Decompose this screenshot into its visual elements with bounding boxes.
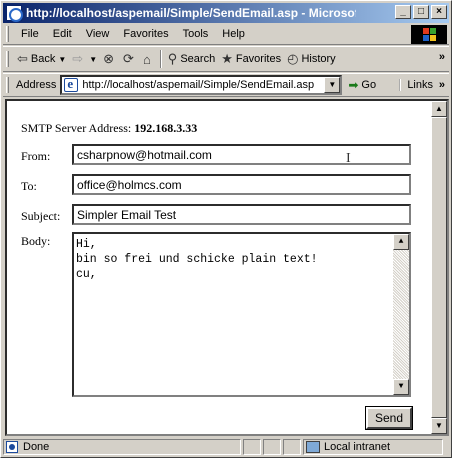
favorites-label: Favorites: [235, 53, 282, 65]
send-button[interactable]: Send: [365, 406, 413, 430]
back-button[interactable]: ⇦ Back ▼: [14, 48, 69, 70]
body-label: Body:: [21, 234, 51, 248]
smtp-server-line: SMTP Server Address: 192.168.3.33: [21, 121, 197, 136]
window-controls: _ □ ×: [395, 5, 447, 19]
address-dropdown-icon[interactable]: ▼: [324, 77, 341, 93]
search-label: Search: [180, 53, 216, 65]
scroll-up-icon[interactable]: ▲: [431, 101, 447, 117]
zone-text: Local intranet: [324, 441, 391, 453]
zone-panel: Local intranet: [303, 439, 443, 455]
refresh-icon: ⟳: [123, 51, 134, 66]
body-scrollbar[interactable]: ▲ ▼: [393, 234, 409, 395]
scroll-down-icon[interactable]: ▼: [393, 379, 409, 395]
page-scrollbar[interactable]: ▲ ▼: [431, 101, 447, 434]
from-field[interactable]: csharpnow@hotmail.com: [72, 144, 411, 165]
forward-arrow-icon: ⇨: [72, 51, 84, 66]
status-text: Done: [23, 441, 50, 453]
back-label: Back: [30, 53, 56, 65]
body-line: bin so frei und schicke plain text!: [76, 253, 318, 266]
menu-help[interactable]: Help: [215, 28, 252, 40]
stop-icon: ⊗: [103, 51, 115, 66]
subject-label: Subject:: [21, 209, 61, 223]
title-bar[interactable]: http://localhost/aspemail/Simple/SendEma…: [3, 3, 449, 23]
to-label: To:: [21, 179, 37, 193]
intranet-icon: [306, 441, 320, 453]
forward-dropdown-icon[interactable]: ▼: [89, 55, 97, 64]
history-button[interactable]: ◴ History: [284, 48, 339, 70]
toolbar-grip[interactable]: [6, 51, 9, 67]
search-icon: ⚲: [167, 51, 178, 66]
address-input[interactable]: http://localhost/aspemail/Simple/SendEma…: [60, 75, 343, 95]
menu-bar: File Edit View Favorites Tools Help: [3, 24, 449, 45]
window-title: http://localhost/aspemail/Simple/SendEma…: [26, 6, 356, 20]
favorites-icon: ★: [221, 51, 233, 66]
ie-page-icon: [64, 76, 79, 92]
smtp-label: SMTP Server Address:: [21, 121, 132, 135]
status-panel: [243, 439, 261, 455]
stop-button[interactable]: ⊗: [100, 48, 120, 70]
toolbar-separator: [159, 50, 162, 68]
subject-field[interactable]: Simpler Email Test: [72, 204, 411, 225]
menu-tools[interactable]: Tools: [176, 28, 216, 40]
close-button[interactable]: ×: [431, 5, 447, 19]
page-content: SMTP Server Address: 192.168.3.33 From: …: [5, 99, 449, 436]
favorites-button[interactable]: ★ Favorites: [218, 48, 284, 70]
address-label: Address: [16, 79, 57, 91]
toolbar-overflow-icon[interactable]: »: [439, 51, 445, 63]
menu-grip[interactable]: [6, 26, 9, 42]
go-button[interactable]: ➡ Go: [348, 78, 376, 92]
history-label: History: [301, 53, 336, 65]
status-panel: [263, 439, 281, 455]
maximize-button[interactable]: □: [413, 5, 429, 19]
forward-button[interactable]: ⇨ ▼: [69, 48, 100, 70]
status-bar: Done Local intranet: [3, 438, 449, 456]
back-arrow-icon: ⇦: [17, 51, 28, 66]
status-text-panel: Done: [3, 439, 241, 455]
scroll-down-icon[interactable]: ▼: [431, 418, 447, 434]
address-grip[interactable]: [6, 77, 9, 93]
menu-file[interactable]: File: [14, 28, 46, 40]
home-icon: ⌂: [142, 51, 151, 67]
body-line: Hi,: [76, 238, 97, 251]
scroll-thumb[interactable]: [431, 117, 447, 418]
back-dropdown-icon[interactable]: ▼: [58, 55, 66, 64]
smtp-value: 192.168.3.33: [134, 121, 198, 135]
body-textarea[interactable]: Hi, bin so frei und schicke plain text! …: [72, 232, 411, 397]
body-line: cu,: [76, 268, 97, 281]
links-button[interactable]: Links: [399, 79, 433, 91]
from-label: From:: [21, 149, 51, 163]
refresh-button[interactable]: ⟳: [120, 48, 140, 70]
links-overflow-icon[interactable]: »: [439, 79, 445, 91]
status-panel: [283, 439, 301, 455]
to-field[interactable]: office@holmcs.com: [72, 174, 411, 195]
menu-favorites[interactable]: Favorites: [116, 28, 175, 40]
home-button[interactable]: ⌂: [140, 48, 157, 70]
ie-page-icon: [6, 5, 23, 22]
go-label: Go: [361, 79, 377, 91]
address-url[interactable]: http://localhost/aspemail/Simple/SendEma…: [82, 79, 314, 91]
history-icon: ◴: [287, 51, 299, 66]
menu-edit[interactable]: Edit: [46, 28, 79, 40]
standard-toolbar: ⇦ Back ▼ ⇨ ▼ ⊗ ⟳ ⌂ ⚲ Search ★ Favorites …: [3, 46, 449, 72]
menu-view[interactable]: View: [79, 28, 117, 40]
address-bar: Address http://localhost/aspemail/Simple…: [3, 73, 449, 97]
ie-page-icon: [6, 441, 18, 453]
scroll-up-icon[interactable]: ▲: [393, 234, 409, 250]
windows-logo-icon: [411, 25, 447, 44]
minimize-button[interactable]: _: [395, 5, 411, 19]
text-cursor-icon: I: [346, 151, 351, 166]
browser-window: http://localhost/aspemail/Simple/SendEma…: [0, 0, 452, 458]
go-arrow-icon: ➡: [348, 78, 359, 92]
search-button[interactable]: ⚲ Search: [165, 48, 218, 70]
